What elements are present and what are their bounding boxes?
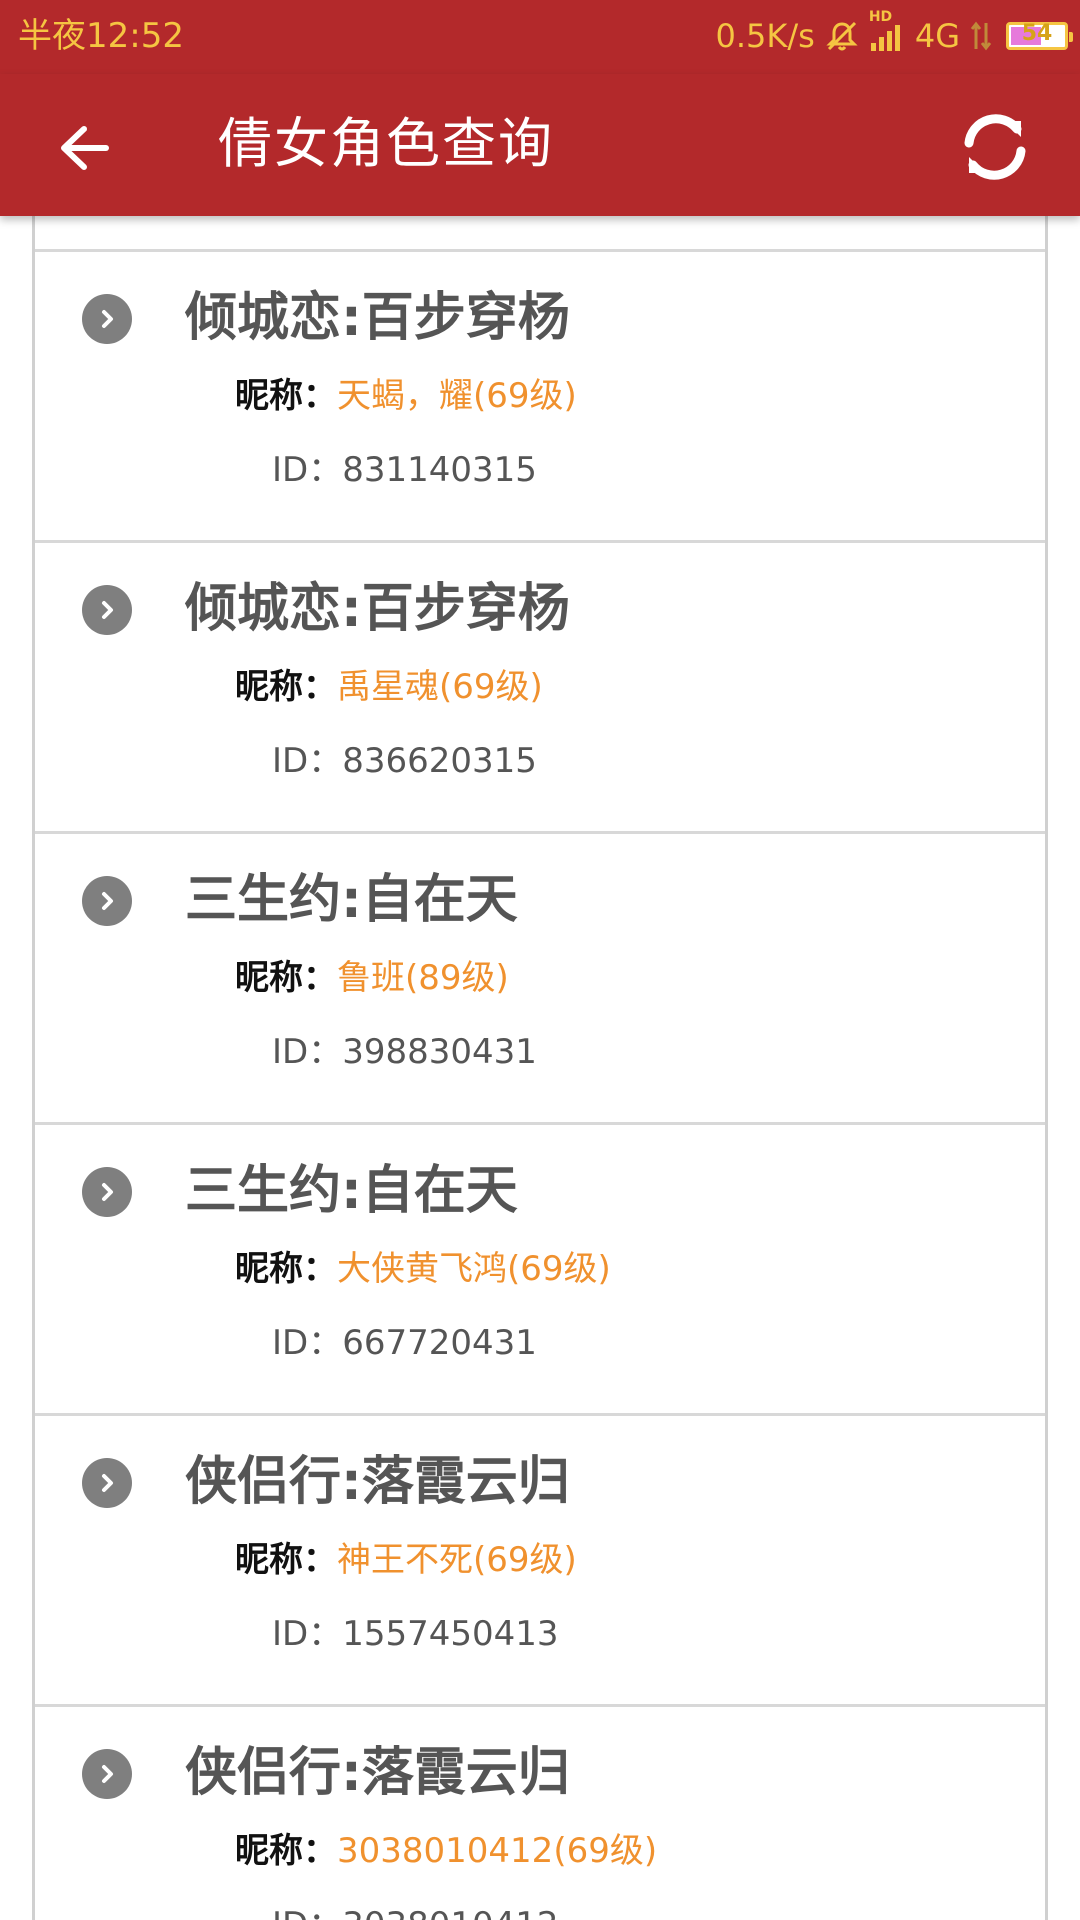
page-title: 倩女角色查询 (218, 112, 554, 175)
chevron-right-icon (82, 876, 132, 926)
battery-icon: 54 (1006, 21, 1073, 50)
list-item[interactable]: 倾城恋:百步穿杨 昵称：禹星魂(69级) ID：836620315 (35, 543, 1045, 834)
nickname-row: 昵称：禹星魂(69级) (235, 663, 543, 711)
nickname-value: 天蝎，耀(69级) (337, 376, 577, 416)
id-value: 3038010412 (342, 1905, 558, 1920)
battery-level: 54 (1021, 21, 1053, 46)
id-label: ID： (272, 450, 343, 490)
character-server-title: 侠侣行:落霞云归 (185, 1743, 570, 1803)
id-value: 398830431 (342, 1032, 537, 1072)
id-row: ID：3038010412 (272, 1901, 559, 1920)
signal-icon: HD (869, 9, 905, 53)
status-time: 半夜12:52 (18, 16, 184, 56)
id-row: ID：398830431 (272, 1028, 537, 1076)
id-row: ID：1557450413 (272, 1610, 559, 1658)
id-value: 667720431 (342, 1323, 537, 1363)
nickname-value: 鲁班(89级) (337, 958, 509, 998)
character-list[interactable]: 倾城恋:百步穿杨 昵称：天蝎，耀(69级) ID：831140315 倾城恋:百… (32, 216, 1048, 1920)
id-label: ID： (272, 741, 343, 781)
nickname-label: 昵称： (235, 1831, 337, 1871)
net-speed: 0.5K/s (715, 17, 815, 55)
nickname-row: 昵称：神王不死(69级) (235, 1536, 577, 1584)
list-item[interactable]: 侠侣行:落霞云归 昵称：3038010412(69级) ID：303801041… (35, 1707, 1045, 1920)
chevron-right-icon (82, 1749, 132, 1799)
nickname-value: 3038010412(69级) (337, 1831, 658, 1871)
id-label: ID： (272, 1614, 343, 1654)
chevron-right-icon (82, 294, 132, 344)
id-row: ID：667720431 (272, 1319, 537, 1367)
refresh-button[interactable] (950, 104, 1040, 190)
refresh-icon (964, 114, 1026, 180)
nickname-label: 昵称： (235, 376, 337, 416)
back-button[interactable] (36, 108, 132, 188)
status-bar: 半夜12:52 0.5K/s HD 4G 54 (0, 0, 1080, 74)
character-server-title: 侠侣行:落霞云归 (185, 1452, 570, 1512)
character-server-title: 三生约:自在天 (185, 870, 518, 930)
id-row: ID：831140315 (272, 446, 537, 494)
network-type: 4G (914, 17, 960, 55)
character-server-title: 三生约:自在天 (185, 1161, 518, 1221)
app-bar: 倩女角色查询 (0, 74, 1080, 216)
status-indicators: 0.5K/s HD 4G 54 (715, 9, 1073, 58)
nickname-label: 昵称： (235, 958, 337, 998)
id-label: ID： (272, 1905, 342, 1920)
nickname-label: 昵称： (235, 1249, 337, 1289)
nickname-value: 大侠黄飞鸿(69级) (337, 1249, 611, 1289)
id-value: 1557450413 (342, 1614, 559, 1654)
chevron-right-icon (82, 1167, 132, 1217)
id-value: 836620315 (342, 741, 537, 781)
id-value: 831140315 (342, 450, 537, 490)
arrow-left-icon (61, 126, 109, 170)
nickname-label: 昵称： (235, 667, 337, 707)
nickname-value: 禹星魂(69级) (337, 667, 543, 707)
id-label: ID： (272, 1032, 343, 1072)
list-item[interactable]: 倾城恋:百步穿杨 昵称：天蝎，耀(69级) ID：831140315 (35, 252, 1045, 543)
nickname-row: 昵称：鲁班(89级) (235, 954, 509, 1002)
nickname-row: 昵称：天蝎，耀(69级) (235, 372, 577, 420)
list-item[interactable]: 三生约:自在天 昵称：鲁班(89级) ID：398830431 (35, 834, 1045, 1125)
nickname-row: 昵称：大侠黄飞鸿(69级) (235, 1245, 611, 1293)
character-server-title: 倾城恋:百步穿杨 (185, 288, 570, 348)
character-server-title: 倾城恋:百步穿杨 (185, 579, 570, 639)
id-label: ID： (272, 1323, 343, 1363)
list-item[interactable]: 侠侣行:落霞云归 昵称：神王不死(69级) ID：1557450413 (35, 1416, 1045, 1707)
list-item[interactable]: 三生约:自在天 昵称：大侠黄飞鸿(69级) ID：667720431 (35, 1125, 1045, 1416)
chevron-right-icon (82, 1458, 132, 1508)
nickname-row: 昵称：3038010412(69级) (235, 1827, 657, 1875)
list-item-partial (35, 216, 1045, 252)
id-row: ID：836620315 (272, 737, 537, 785)
mute-bell-icon (825, 19, 859, 53)
data-transfer-icon (970, 19, 992, 53)
nickname-value: 神王不死(69级) (337, 1540, 577, 1580)
chevron-right-icon (82, 585, 132, 635)
nickname-label: 昵称： (235, 1540, 337, 1580)
